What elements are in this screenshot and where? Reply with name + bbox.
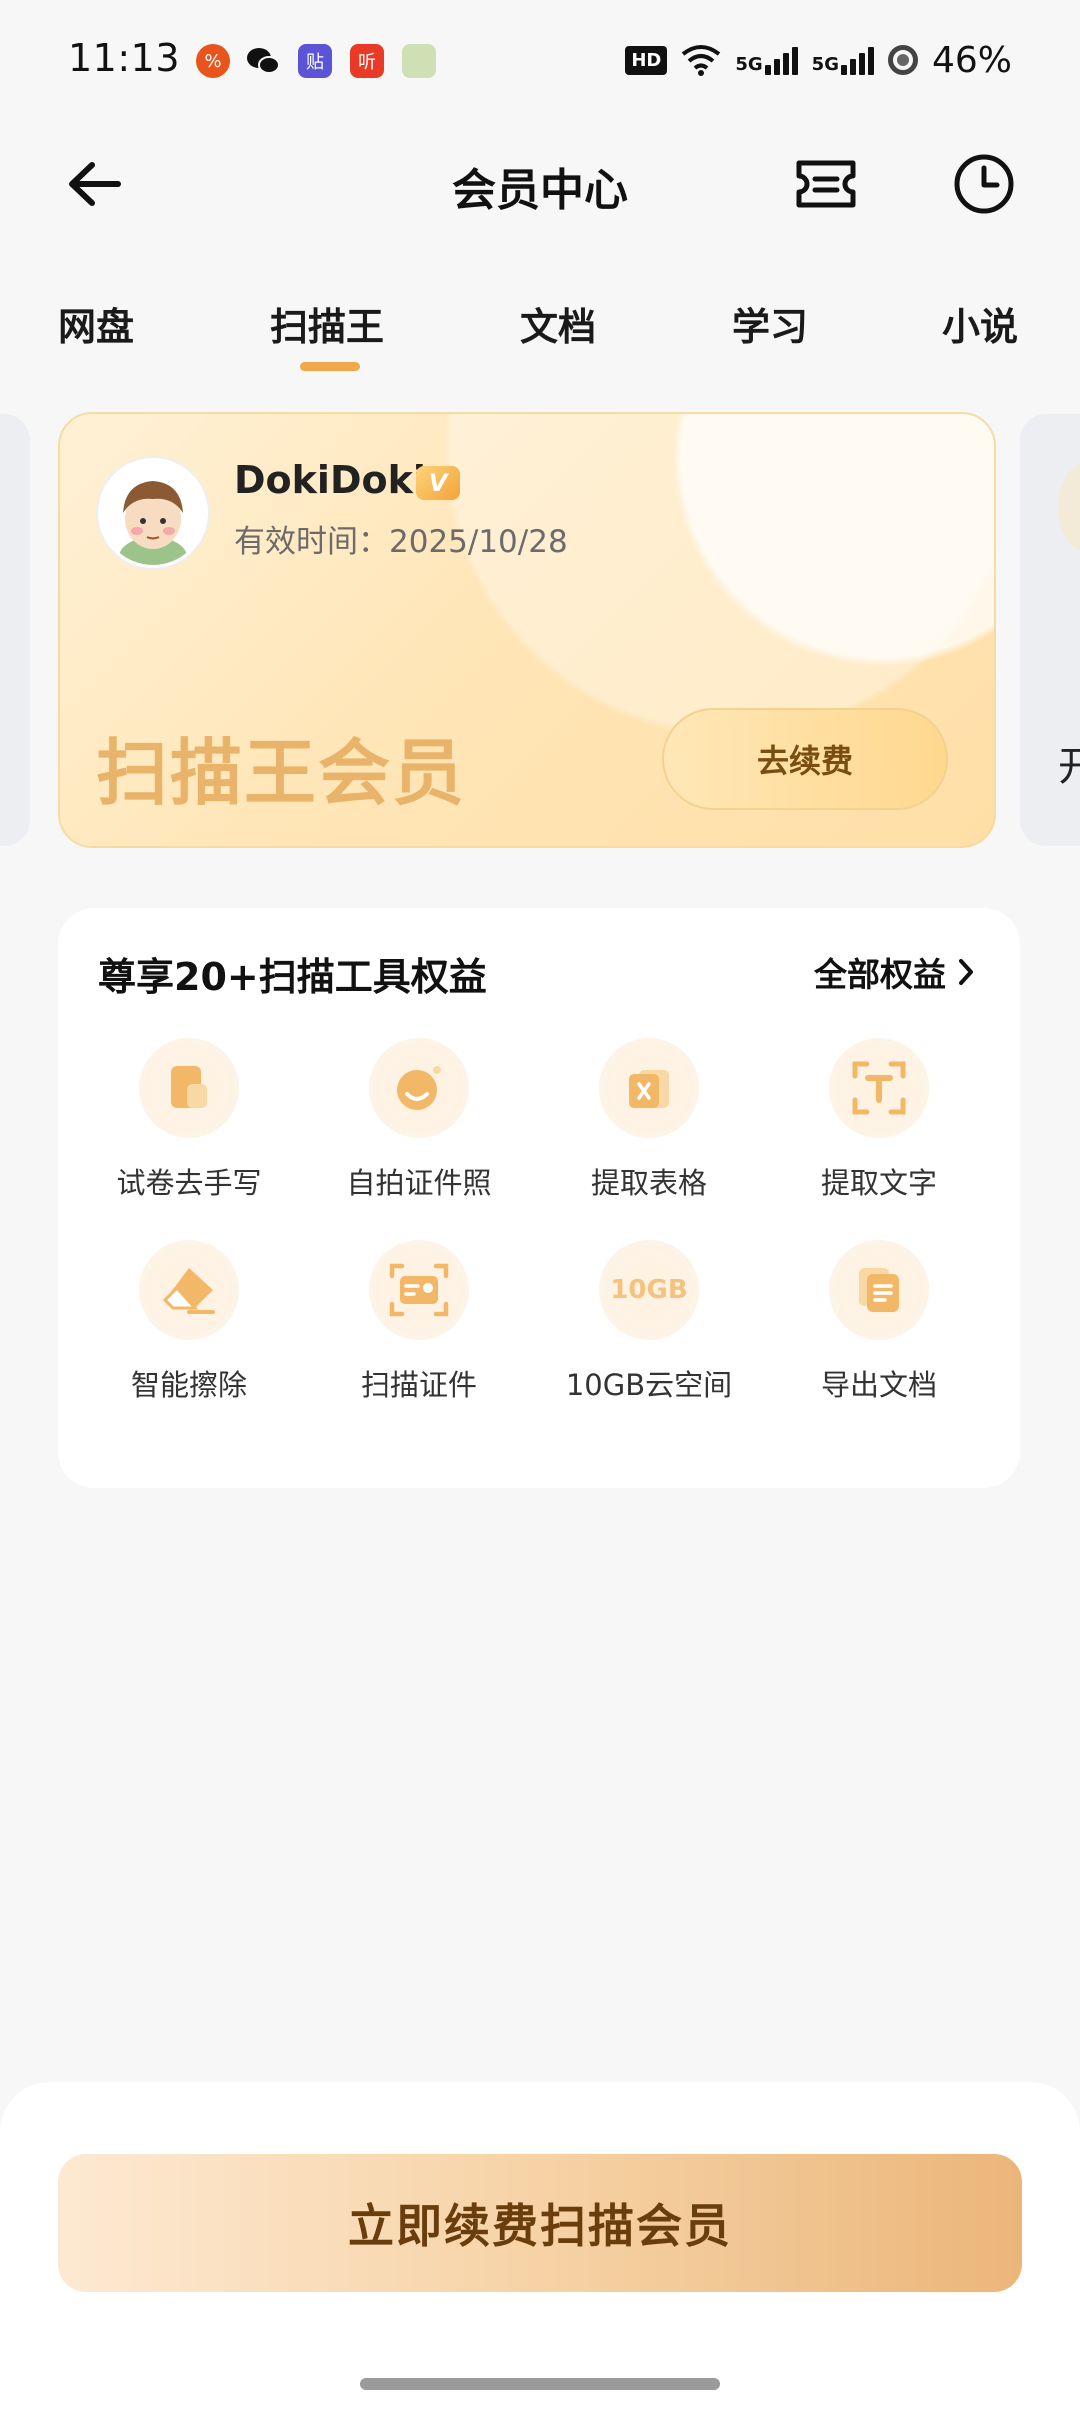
benefits-panel: 尊享20+扫描工具权益 全部权益 试卷去手写 自拍证件照 提取表格 提取文字 智… — [58, 908, 1020, 1488]
chevron-right-icon — [959, 959, 973, 985]
export-document-icon — [829, 1240, 929, 1340]
tab-study[interactable]: 学习 — [732, 296, 808, 351]
benefit-label: 提取表格 — [590, 1166, 707, 1200]
avatar[interactable] — [98, 458, 208, 568]
membership-expiry: 有效时间：2025/10/28 — [234, 524, 568, 560]
benefit-item[interactable]: 10GB 10GB云空间 — [534, 1240, 764, 1420]
benefit-item[interactable]: 自拍证件照 — [304, 1038, 534, 1218]
active-tab-indicator — [300, 362, 360, 371]
benefit-item[interactable]: 提取表格 — [534, 1038, 764, 1218]
prev-card-edge[interactable] — [0, 414, 30, 846]
benefit-item[interactable]: 提取文字 — [764, 1038, 994, 1218]
tab-document[interactable]: 文档 — [520, 296, 596, 351]
game-avatar-icon — [402, 44, 436, 78]
hd-badge: HD — [625, 45, 668, 75]
signal-5g-2: 5G — [812, 45, 874, 75]
exam-paper-icon — [139, 1038, 239, 1138]
membership-title: 扫描王会员 — [96, 731, 467, 815]
coupon-button[interactable] — [788, 146, 864, 222]
eraser-icon — [139, 1240, 239, 1340]
battery-icon — [887, 45, 918, 75]
status-time: 11:13 — [68, 36, 181, 80]
excel-icon — [599, 1038, 699, 1138]
benefit-label: 自拍证件照 — [346, 1166, 492, 1200]
benefit-label: 10GB云空间 — [565, 1368, 733, 1402]
vip-badge: V — [416, 466, 460, 500]
benefit-label: 扫描证件 — [360, 1368, 477, 1402]
next-card-peek-text: 开 — [1058, 744, 1080, 790]
tab-netdisk[interactable]: 网盘 — [58, 296, 134, 351]
wifi-icon — [682, 45, 721, 76]
page-title: 会员中心 — [452, 165, 628, 216]
ticket-icon — [796, 160, 856, 208]
tab-scanner[interactable]: 扫描王 — [270, 296, 384, 351]
tieba-icon: 贴 — [298, 44, 332, 78]
id-card-icon — [369, 1240, 469, 1340]
renew-button[interactable]: 去续费 — [662, 708, 948, 810]
username: DokiDoki — [234, 458, 426, 502]
cloud-storage-glyph: 10GB — [610, 1275, 688, 1305]
benefit-label: 提取文字 — [820, 1166, 937, 1200]
home-indicator[interactable] — [360, 2378, 720, 2390]
selfie-icon — [369, 1038, 469, 1138]
text-extract-icon — [829, 1038, 929, 1138]
wechat-icon — [246, 44, 280, 78]
clock-icon — [954, 154, 1014, 214]
renew-membership-button[interactable]: 立即续费扫描会员 — [58, 2154, 1022, 2292]
benefit-item[interactable]: 智能擦除 — [74, 1240, 304, 1420]
all-benefits-label: 全部权益 — [814, 955, 946, 994]
benefit-item[interactable]: 扫描证件 — [304, 1240, 534, 1420]
cloud-storage-icon: 10GB — [599, 1240, 699, 1340]
tab-novel[interactable]: 小说 — [942, 296, 1018, 351]
benefits-title: 尊享20+扫描工具权益 — [98, 955, 487, 999]
app-header: 会员中心 — [0, 124, 1080, 244]
benefit-label: 试卷去手写 — [116, 1166, 262, 1200]
battery-percent: 46% — [931, 39, 1012, 81]
signal-5g-1: 5G — [735, 45, 798, 75]
benefit-label: 导出文档 — [820, 1368, 937, 1402]
ting-icon: 听 — [350, 44, 384, 78]
pinduoduo-icon: % — [196, 44, 230, 78]
user-avatar-icon — [101, 461, 205, 565]
member-card[interactable]: DokiDoki V 有效时间：2025/10/28 扫描王会员 去续费 — [58, 412, 996, 848]
benefit-item[interactable]: 导出文档 — [764, 1240, 994, 1420]
history-button[interactable] — [946, 146, 1022, 222]
category-tabs: 网盘 扫描王 文档 学习 小说 — [0, 296, 1080, 386]
status-bar: 11:13 % 贴 听 HD 5G 5G 46% — [0, 0, 1080, 124]
benefit-label: 智能擦除 — [130, 1368, 247, 1402]
benefit-item[interactable]: 试卷去手写 — [74, 1038, 304, 1218]
all-benefits-link[interactable]: 全部权益 — [814, 948, 976, 996]
